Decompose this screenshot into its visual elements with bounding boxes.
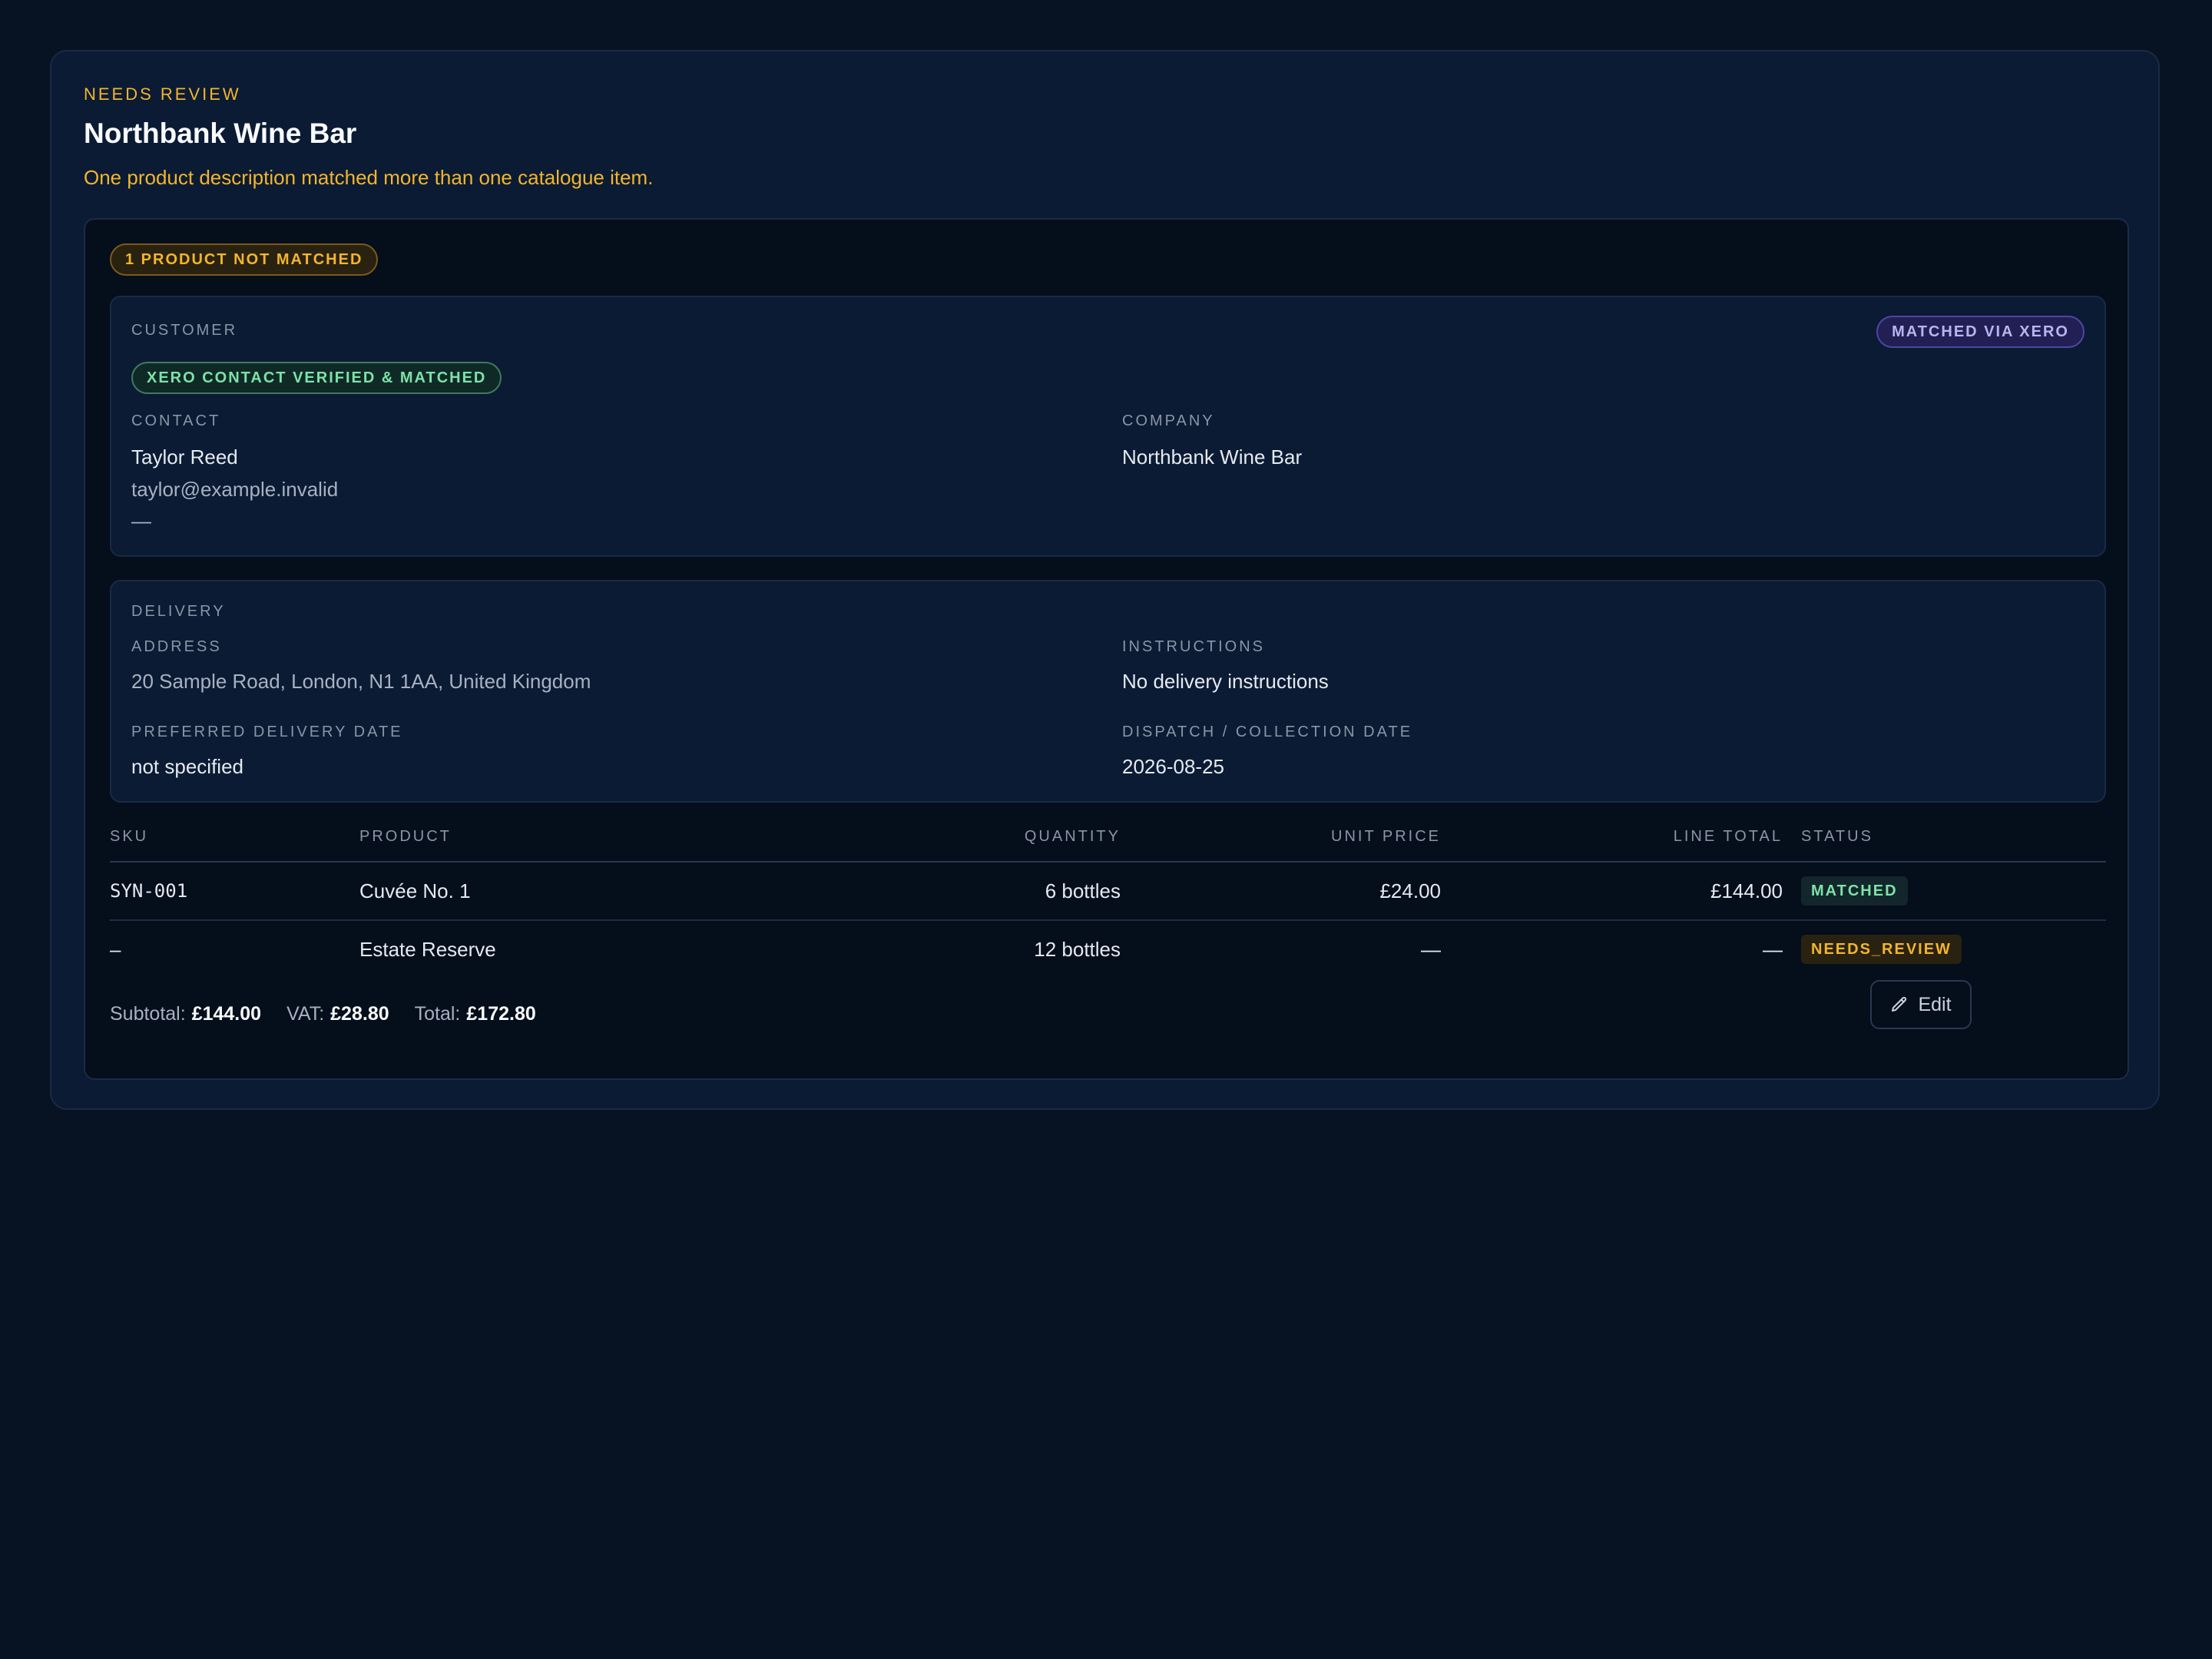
- vat-label: VAT:: [286, 1003, 325, 1025]
- row-sku: SYN-001: [110, 880, 188, 902]
- column-header-product: PRODUCT: [359, 828, 452, 845]
- company-name: Northbank Wine Bar: [1122, 445, 1303, 469]
- table-row[interactable]: – Estate Reserve 12 bottles — — NEEDS_RE…: [110, 921, 2106, 978]
- contact-label: CONTACT: [131, 412, 221, 429]
- column-header-quantity: QUANTITY: [1024, 828, 1121, 845]
- contact-phone: —: [131, 509, 151, 532]
- order-detail-card: 1 PRODUCT NOT MATCHED CUSTOMER MATCHED V…: [84, 218, 2129, 1080]
- edit-button-label: Edit: [1918, 993, 1952, 1015]
- row-unit-price: —: [1421, 937, 1441, 961]
- subtotal-label: Subtotal:: [110, 1003, 186, 1025]
- column-header-status: STATUS: [1801, 828, 1873, 845]
- status-badge: NEEDS_REVIEW: [1801, 935, 1962, 964]
- pencil-icon: [1892, 996, 1907, 1012]
- delivery-section: DELIVERY ADDRESS 20 Sample Road, London,…: [110, 580, 2106, 803]
- review-reason: One product description matched more tha…: [84, 166, 654, 189]
- unmatched-products-badge: 1 PRODUCT NOT MATCHED: [110, 243, 379, 276]
- page-title: Northbank Wine Bar: [84, 118, 357, 149]
- row-product: Cuvée No. 1: [359, 879, 471, 902]
- row-sku: –: [110, 937, 121, 961]
- column-header-line-total: LINE TOTAL: [1673, 828, 1783, 845]
- row-quantity: 12 bottles: [1034, 937, 1121, 961]
- instructions-label: INSTRUCTIONS: [1122, 638, 1265, 655]
- edit-button[interactable]: Edit: [1870, 980, 1972, 1029]
- row-status-cell: NEEDS_REVIEW: [1783, 921, 2090, 978]
- contact-email: taylor@example.invalid: [131, 478, 339, 501]
- row-unit-price: £24.00: [1379, 879, 1441, 902]
- delivery-section-label: DELIVERY: [131, 603, 226, 620]
- contact-name: Taylor Reed: [131, 445, 238, 469]
- row-product: Estate Reserve: [359, 937, 496, 961]
- table-row[interactable]: SYN-001 Cuvée No. 1 6 bottles £24.00 £14…: [110, 863, 2106, 921]
- total-value: £172.80: [466, 1003, 536, 1025]
- row-quantity: 6 bottles: [1045, 879, 1121, 902]
- address-label: ADDRESS: [131, 638, 222, 655]
- column-header-sku: SKU: [110, 828, 149, 845]
- dispatch-collection-date: 2026-08-25: [1122, 755, 1224, 778]
- delivery-address: 20 Sample Road, London, N1 1AA, United K…: [131, 670, 591, 693]
- contact-verified-badge: XERO CONTACT VERIFIED & MATCHED: [131, 362, 502, 394]
- match-source-badge: MATCHED VIA XERO: [1876, 316, 2085, 348]
- row-line-total: £144.00: [1710, 879, 1783, 902]
- vat-value: £28.80: [330, 1003, 389, 1025]
- company-label: COMPANY: [1122, 412, 1215, 429]
- order-totals: Subtotal: £144.00 VAT: £28.80 Total: £17…: [110, 1003, 561, 1025]
- customer-section: CUSTOMER MATCHED VIA XERO XERO CONTACT V…: [110, 296, 2106, 557]
- preferred-delivery-date: not specified: [131, 755, 243, 778]
- total-label: Total:: [414, 1003, 461, 1025]
- preferred-date-label: PREFERRED DELIVERY DATE: [131, 724, 403, 740]
- row-line-total: —: [1763, 937, 1783, 961]
- order-review-panel: NEEDS REVIEW Northbank Wine Bar One prod…: [50, 50, 2160, 1110]
- status-eyebrow: NEEDS REVIEW: [84, 84, 241, 104]
- customer-section-label: CUSTOMER: [131, 322, 238, 339]
- delivery-instructions: No delivery instructions: [1122, 670, 1329, 693]
- row-status-cell: MATCHED: [1783, 863, 2090, 919]
- column-header-unit-price: UNIT PRICE: [1331, 828, 1441, 845]
- subtotal-value: £144.00: [191, 1003, 262, 1025]
- dispatch-date-label: DISPATCH / COLLECTION DATE: [1122, 724, 1413, 740]
- status-badge: MATCHED: [1801, 876, 1908, 906]
